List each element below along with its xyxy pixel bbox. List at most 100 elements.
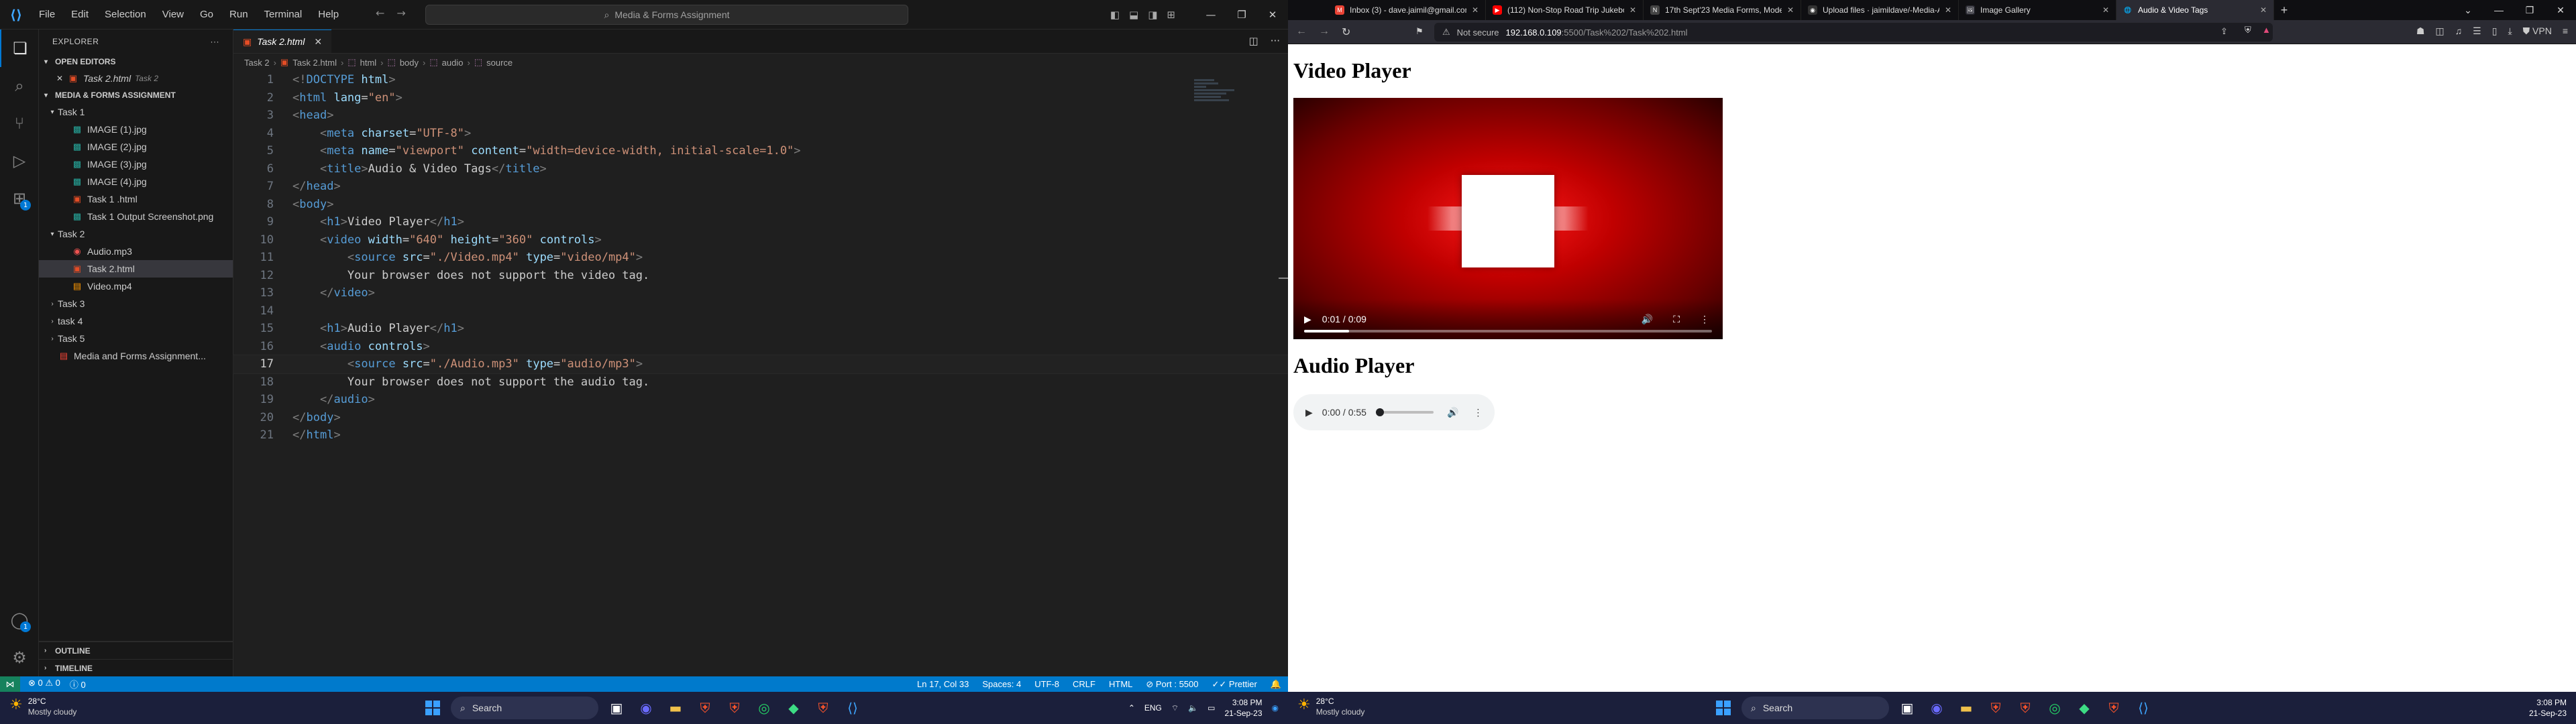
weather-widget[interactable]: ☀ 28°C Mostly cloudy (1297, 696, 1364, 717)
start-button[interactable] (421, 697, 444, 719)
chevron-up-icon[interactable]: ⌃ (1128, 703, 1135, 713)
account-icon[interactable]: ◯ 1 (0, 601, 39, 639)
seek-thumb[interactable] (1375, 408, 1384, 416)
forward-icon[interactable]: → (1319, 25, 1330, 39)
media-icon[interactable]: ♫ (2455, 25, 2463, 37)
task-view-icon[interactable]: ▣ (605, 697, 628, 719)
toggle-secondary-sidebar-icon[interactable]: ◨ (1148, 9, 1157, 21)
close-tab-icon[interactable]: ✕ (2102, 5, 2109, 15)
open-editor-item[interactable]: ✕ ▣ Task 2.html Task 2 (39, 70, 233, 87)
vpn-button[interactable]: ⛊ VPN (2523, 25, 2552, 37)
menu-view[interactable]: View (156, 6, 191, 23)
tree-file[interactable]: ▤ Media and Forms Assignment... (39, 347, 233, 365)
explorer-icon[interactable]: ❏ (0, 29, 39, 67)
code-editor[interactable]: 1 <!DOCTYPE html> 2 <html lang="en"> 3 <hea… (233, 71, 1289, 444)
breadcrumb-item[interactable]: Task 2.html (292, 58, 337, 68)
tree-file[interactable]: ▩ IMAGE (1).jpg (39, 121, 233, 138)
brave-profile-icon[interactable]: ⛨ (723, 697, 746, 719)
workspace-section[interactable]: ▾ MEDIA & FORMS ASSIGNMENT (39, 87, 233, 103)
forward-arrow-icon[interactable]: → (396, 7, 405, 19)
close-tab-icon[interactable]: ✕ (1787, 5, 1794, 15)
tree-folder[interactable]: › Task 5 (39, 330, 233, 347)
menu-icon[interactable]: ≡ (2563, 25, 2568, 37)
line-ending[interactable]: CRLF (1073, 679, 1095, 690)
notifications-bell-icon[interactable]: 🔔 (1271, 679, 1281, 690)
breadcrumb-item[interactable]: source (486, 58, 513, 68)
settings-gear-icon[interactable]: ⚙ (0, 639, 39, 676)
menu-selection[interactable]: Selection (98, 6, 153, 23)
extensions-icon[interactable]: ⊞ 1 (0, 180, 39, 217)
restore-button[interactable]: ❐ (1226, 0, 1257, 29)
weather-widget[interactable]: ☀ 28°C Mostly cloudy (9, 696, 76, 717)
more-options-icon[interactable]: ⋮ (1700, 314, 1709, 325)
prettier-status[interactable]: ✓✓ Prettier (1212, 679, 1257, 690)
menu-go[interactable]: Go (193, 6, 220, 23)
tree-folder[interactable]: ▾ Task 1 (39, 103, 233, 121)
taskbar-search[interactable]: ⌕ Search (1741, 697, 1889, 719)
menu-edit[interactable]: Edit (64, 6, 95, 23)
file-explorer-icon[interactable]: ▬ (664, 697, 687, 719)
play-icon[interactable]: ▶ (1305, 407, 1313, 418)
browser-tab[interactable]: 🌐 Audio & Video Tags ✕ (2116, 0, 2274, 20)
more-actions-icon[interactable]: ··· (211, 37, 220, 46)
indentation[interactable]: Spaces: 4 (982, 679, 1021, 690)
share-icon[interactable]: ⇪ (2220, 26, 2228, 37)
browser-tab[interactable]: N 17th Sept'23 Media Forms, Modern H ✕ (1644, 0, 1801, 20)
downloads-icon[interactable]: ⤓ (2508, 25, 2512, 37)
customize-layout-icon[interactable]: ⊞ (1167, 9, 1175, 21)
audio-seek-bar[interactable] (1375, 408, 1434, 416)
outline-section[interactable]: › OUTLINE (39, 642, 233, 659)
brave-icon[interactable]: ⛨ (694, 697, 716, 719)
tree-file[interactable]: ▩ IMAGE (2).jpg (39, 138, 233, 156)
tree-folder[interactable]: ▾ Task 2 (39, 225, 233, 243)
brave-beta-icon[interactable]: ⛨ (812, 697, 835, 719)
close-tab-icon[interactable]: ✕ (2260, 5, 2267, 15)
back-arrow-icon[interactable]: ← (376, 7, 384, 19)
teams-icon[interactable]: ◉ (635, 697, 657, 719)
app-icon[interactable]: ◆ (782, 697, 805, 719)
menu-help[interactable]: Help (311, 6, 345, 23)
menu-file[interactable]: File (32, 6, 62, 23)
vscode-taskbar-icon[interactable]: ⟨⟩ (2132, 697, 2155, 719)
close-tab-icon[interactable]: ✕ (1945, 5, 1951, 15)
breadcrumb-item[interactable]: body (400, 58, 419, 68)
encoding[interactable]: UTF-8 (1034, 679, 1059, 690)
brave-shields-icon[interactable]: ⛨ (2245, 25, 2251, 36)
minimize-button[interactable]: — (1195, 0, 1226, 29)
tree-folder[interactable]: › task 4 (39, 312, 233, 330)
audio-player[interactable]: ▶ 0:00 / 0:55 🔊 ⋮ (1293, 394, 1495, 430)
battery-icon[interactable]: ▭ (1208, 703, 1215, 713)
tree-file[interactable]: ◉ Audio.mp3 (39, 243, 233, 260)
timeline-section[interactable]: › TIMELINE (39, 659, 233, 676)
live-server-port[interactable]: ⊘ Port : 5500 (1146, 679, 1198, 690)
info-indicator[interactable]: ⓘ 0 (70, 678, 86, 690)
video-progress-bar[interactable] (1304, 330, 1712, 333)
vscode-taskbar-icon[interactable]: ⟨⟩ (841, 697, 864, 719)
file-explorer-icon[interactable]: ▬ (1955, 697, 1978, 719)
language-indicator[interactable]: ENG (1144, 703, 1162, 713)
reading-list-icon[interactable]: ☰ (2473, 25, 2481, 37)
notification-icon[interactable]: ◉ (1272, 703, 1279, 713)
browser-tab[interactable]: ▶ (112) Non-Stop Road Trip Jukebo ✕ (1486, 0, 1644, 20)
tree-file[interactable]: ▩ IMAGE (3).jpg (39, 156, 233, 173)
tree-file[interactable]: ▩ IMAGE (4).jpg (39, 173, 233, 190)
toggle-panel-icon[interactable]: ⬓ (1129, 9, 1138, 21)
remote-indicator-icon[interactable]: ⋈ (0, 676, 20, 692)
tree-folder[interactable]: › Task 3 (39, 295, 233, 312)
teams-icon[interactable]: ◉ (1925, 697, 1948, 719)
task-view-icon[interactable]: ▣ (1896, 697, 1919, 719)
more-options-icon[interactable]: ⋮ (1473, 407, 1483, 418)
brave-rewards-icon[interactable]: ▲ (2262, 25, 2271, 35)
tree-file[interactable]: ▤ Video.mp4 (39, 278, 233, 295)
close-tab-icon[interactable]: ✕ (1472, 5, 1479, 15)
clock[interactable]: 3:08 PM 21-Sep-23 (2529, 697, 2567, 719)
more-actions-icon[interactable]: ··· (1271, 35, 1280, 47)
close-window-button[interactable]: ✕ (2545, 0, 2576, 20)
close-window-button[interactable]: ✕ (1257, 0, 1288, 29)
breadcrumb-item[interactable]: html (360, 58, 377, 68)
close-tab-icon[interactable]: ✕ (314, 36, 322, 48)
restore-button[interactable]: ❐ (2514, 0, 2545, 20)
clock[interactable]: 3:08 PM 21-Sep-23 (1224, 697, 1262, 719)
extensions-icon[interactable]: ☗ (2416, 25, 2425, 37)
minimap[interactable] (1194, 78, 1248, 118)
